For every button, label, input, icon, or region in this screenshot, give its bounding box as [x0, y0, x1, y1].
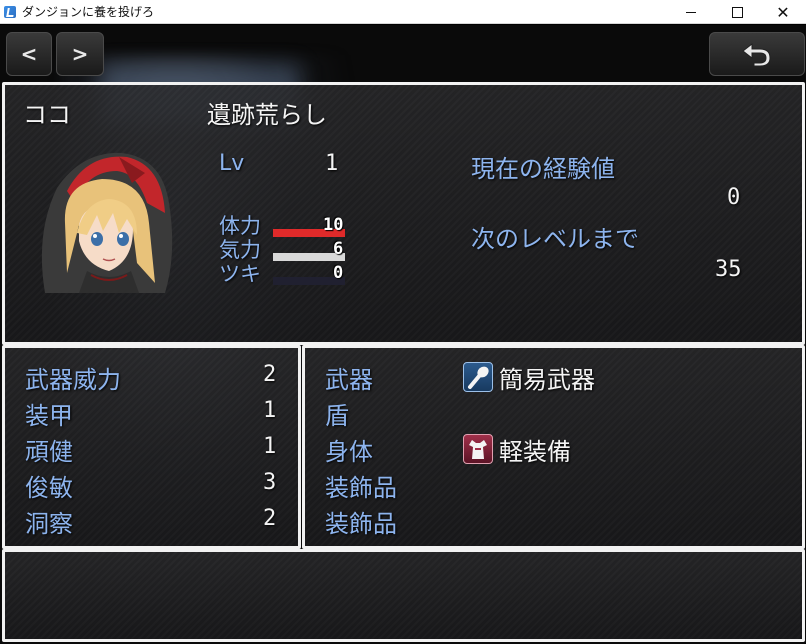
help-window: [2, 549, 805, 642]
level-value: 1: [325, 151, 339, 176]
level-label: Lv: [219, 151, 245, 176]
param-value: 2: [263, 362, 277, 387]
window-titlebar: ダンジョンに養を投げろ ✕: [0, 0, 806, 24]
param-value: 3: [263, 470, 277, 495]
maximize-button[interactable]: [714, 0, 760, 24]
mp-label: 気力: [219, 238, 261, 262]
mp-value: 6: [333, 239, 344, 259]
actor-class: 遺跡荒らし: [207, 101, 327, 129]
equip-slot-label: 身体: [325, 438, 373, 466]
next-actor-button[interactable]: >: [56, 32, 104, 76]
param-label: 装甲: [25, 402, 73, 430]
exp-next-value: 35: [715, 257, 742, 282]
hp-label: 体力: [219, 214, 261, 238]
param-value: 2: [263, 506, 277, 531]
luck-value: 0: [333, 263, 344, 283]
equip-item-name: 軽装備: [499, 438, 571, 466]
prev-actor-button[interactable]: <: [6, 32, 52, 76]
exp-current-label: 現在の経験値: [471, 155, 615, 183]
exp-current-value: 0: [727, 185, 741, 210]
equip-slot-label: 盾: [325, 402, 349, 430]
param-label: 頑健: [25, 438, 73, 466]
param-value: 1: [263, 398, 277, 423]
window-title: ダンジョンに養を投げろ: [22, 5, 155, 19]
actor-portrait: [27, 143, 177, 293]
param-label: 武器威力: [25, 366, 121, 394]
face-image: [41, 152, 173, 293]
equip-item-name: 簡易武器: [499, 366, 595, 394]
game-screen: < > ココ 遺跡荒らし Lv 1 現在の経験値 0 次のレベルまで 35 体力…: [0, 25, 806, 644]
parameters-window: 武器威力 2 装甲 1 頑健 1 俊敏 3 洞察 2: [2, 345, 301, 549]
status-window: ココ 遺跡荒らし Lv 1 現在の経験値 0 次のレベルまで 35 体力 10 …: [2, 82, 805, 345]
param-value: 1: [263, 434, 277, 459]
app-icon: [4, 5, 16, 18]
actor-name: ココ: [23, 101, 71, 129]
luck-label: ツキ: [219, 262, 261, 286]
close-button[interactable]: ✕: [760, 0, 806, 24]
club-icon: [463, 362, 493, 392]
hp-value: 10: [323, 215, 344, 235]
window-controls: ✕: [668, 0, 806, 24]
equip-slot-label: 武器: [325, 366, 373, 394]
back-button[interactable]: [709, 32, 805, 76]
back-arrow-icon: [742, 42, 771, 67]
equip-slot-label: 装飾品: [325, 474, 397, 502]
armor-icon: [463, 434, 493, 464]
equip-slot-label: 装飾品: [325, 510, 397, 538]
minimize-button[interactable]: [668, 0, 714, 24]
param-label: 俊敏: [25, 474, 73, 502]
equipment-window: 武器 簡易武器 盾 身体 軽装備 装飾品 装飾品: [302, 345, 805, 549]
param-label: 洞察: [25, 510, 73, 538]
exp-next-label: 次のレベルまで: [471, 225, 639, 253]
